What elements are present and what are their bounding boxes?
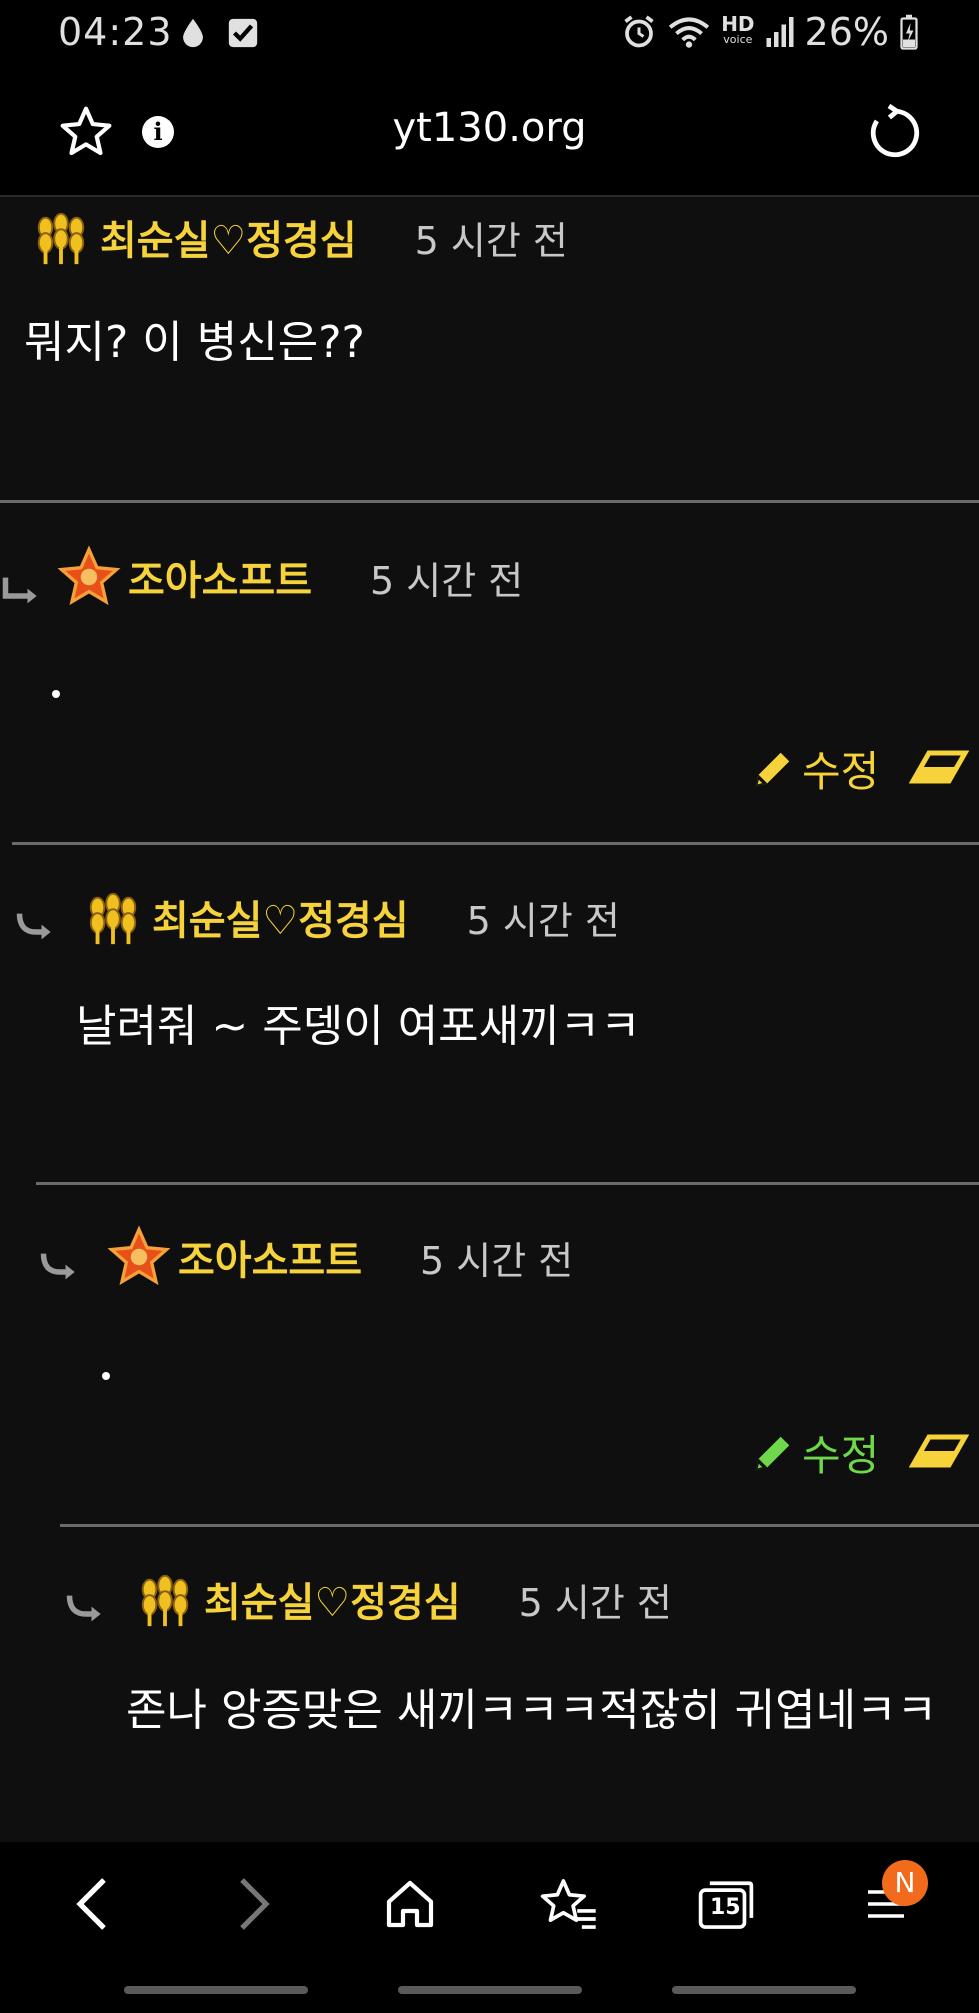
bookmarks-button[interactable]	[530, 1866, 606, 1942]
menu-notification-badge: N	[882, 1860, 928, 1906]
comment-username[interactable]: 최순실♡정경심	[204, 1570, 461, 1628]
wifi-icon	[669, 17, 710, 48]
status-right: HD voice 26%	[621, 10, 919, 54]
edit-label: 수정	[802, 747, 880, 796]
comment-actions: 수정	[750, 738, 970, 799]
delete-button[interactable]	[909, 746, 970, 792]
reply-arrow-icon	[66, 1595, 101, 1622]
pencil-icon	[755, 1436, 790, 1470]
home-icon	[386, 1880, 434, 1928]
gesture-bar-right	[672, 1986, 856, 1994]
reload-icon[interactable]	[866, 104, 924, 162]
url-display[interactable]: yt130.org	[0, 105, 979, 151]
alarm-icon	[624, 15, 654, 48]
divider	[0, 500, 979, 503]
status-bar: 04:23 HD voice 26%	[0, 0, 979, 70]
comment-username[interactable]: 조아소프트	[128, 548, 312, 606]
comment-time: 5 시간 전	[518, 1580, 672, 1625]
divider	[60, 1524, 979, 1527]
checkbox-icon	[228, 18, 258, 48]
pencil-icon	[755, 752, 790, 786]
signal-icon	[766, 17, 794, 47]
comment-username[interactable]: 최순실♡정경심	[152, 888, 409, 946]
reply-arrow-icon	[2, 577, 37, 604]
battery-charging-icon	[900, 14, 918, 50]
browser-bottom-nav: 15 N	[0, 1842, 979, 2013]
wheat-badge-icon	[89, 892, 137, 945]
back-button[interactable]	[54, 1866, 130, 1942]
reply-arrow-icon	[16, 913, 51, 940]
comment-username[interactable]: 최순실♡정경심	[100, 208, 357, 266]
edit-button[interactable]: 수정	[750, 738, 879, 799]
eraser-icon	[909, 1434, 970, 1467]
comment-username[interactable]: 조아소프트	[178, 1228, 362, 1286]
comment-actions: 수정	[750, 1422, 970, 1483]
forward-icon	[240, 1878, 270, 1930]
edit-label: 수정	[802, 1431, 880, 1480]
comment-body-dot	[52, 690, 60, 698]
battery-percent: 26%	[804, 10, 889, 54]
divider	[12, 842, 979, 845]
star-badge-icon	[107, 1225, 171, 1286]
status-time: 04:23	[58, 10, 173, 54]
back-icon	[76, 1878, 106, 1930]
delete-button[interactable]	[909, 1430, 970, 1476]
eraser-icon	[909, 750, 970, 783]
comment-body: 날려줘 ~ 주뎅이 여포새끼ㅋㅋ	[76, 1001, 641, 1052]
wheat-badge-icon	[37, 212, 85, 265]
bookmarks-icon	[540, 1879, 596, 1929]
forward-button[interactable]	[216, 1866, 292, 1942]
edit-button[interactable]: 수정	[750, 1422, 879, 1483]
comment-body: 뭐지? 이 병신은??	[24, 317, 365, 368]
star-badge-icon	[57, 545, 121, 606]
comment-time: 5 시간 전	[370, 558, 524, 603]
divider	[36, 1182, 979, 1185]
comment-time: 5 시간 전	[420, 1238, 574, 1283]
reply-arrow-icon	[40, 1253, 75, 1280]
tabs-button[interactable]: 15	[688, 1866, 764, 1942]
drop-icon	[183, 18, 203, 48]
comment-time: 5 시간 전	[466, 898, 620, 943]
gesture-bar-left	[124, 1986, 308, 1994]
gesture-bar-center[interactable]	[398, 1986, 582, 1994]
address-bar: i yt130.org	[0, 70, 979, 197]
home-button[interactable]	[372, 1866, 448, 1942]
comment-body-dot	[102, 1372, 110, 1380]
hd-voice-icon: HD voice	[721, 12, 755, 46]
wheat-badge-icon	[141, 1574, 189, 1627]
tabs-count: 15	[710, 1895, 741, 1920]
comment-time: 5 시간 전	[414, 218, 568, 263]
comment-body: 존나 앙증맞은 새끼ㅋㅋㅋ적잖히 귀엽네ㅋㅋ	[126, 1685, 938, 1736]
